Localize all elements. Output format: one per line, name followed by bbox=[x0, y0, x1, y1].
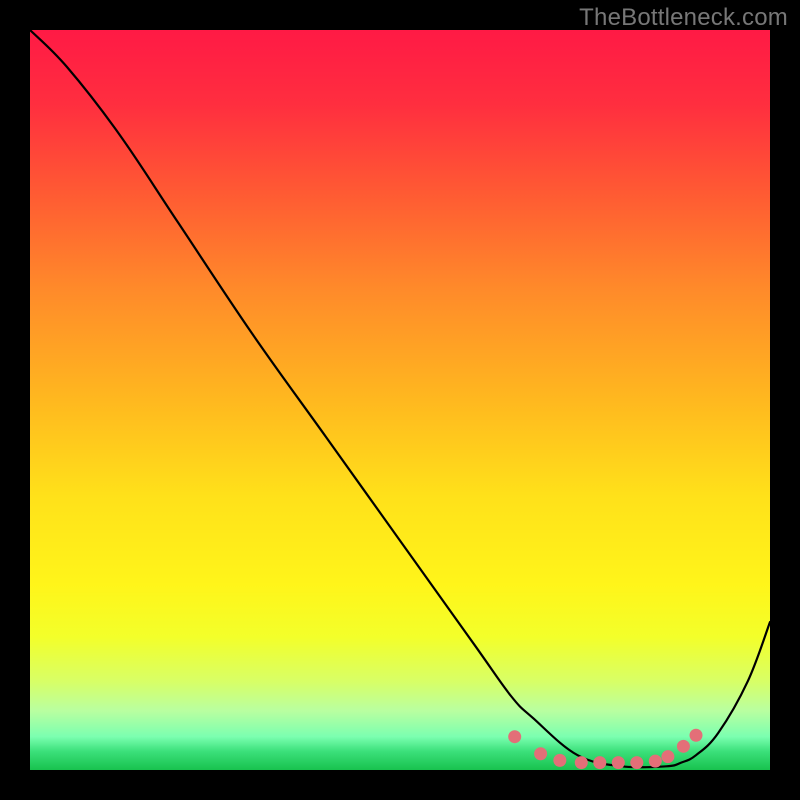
chart-stage: { "watermark": "TheBottleneck.com", "plo… bbox=[0, 0, 800, 800]
marker-dot bbox=[575, 756, 588, 769]
marker-dot bbox=[612, 756, 625, 769]
marker-dot bbox=[690, 729, 703, 742]
marker-dot bbox=[649, 755, 662, 768]
marker-dot bbox=[630, 756, 643, 769]
chart-svg bbox=[0, 0, 800, 800]
marker-dot bbox=[677, 740, 690, 753]
marker-dot bbox=[553, 754, 566, 767]
marker-dot bbox=[661, 750, 674, 763]
plot-background bbox=[30, 30, 770, 770]
marker-dot bbox=[534, 747, 547, 760]
watermark-text: TheBottleneck.com bbox=[579, 4, 788, 32]
marker-dot bbox=[593, 756, 606, 769]
marker-dot bbox=[508, 730, 521, 743]
